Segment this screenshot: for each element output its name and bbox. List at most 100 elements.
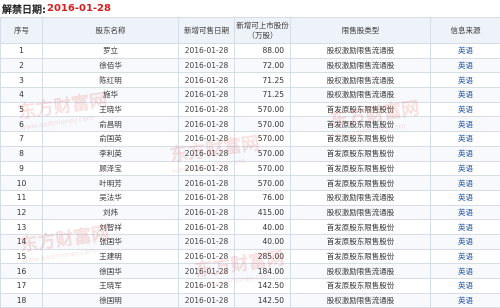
share-type: 股权激励限售流通股 xyxy=(291,44,431,59)
holder-name: 李利英 xyxy=(43,146,179,161)
source-link[interactable]: 英语 xyxy=(431,176,500,191)
release-date-value: 2016-01-28 xyxy=(47,3,111,14)
table-row: 5王晓华2016-01-28570.00首发原股东限售股份英语 xyxy=(1,102,500,117)
table-row: 2徐佰华2016-01-2872.00股权激励限售流通股英语 xyxy=(1,58,500,73)
table-body: 1罗立2016-01-2888.00股权激励限售流通股英语2徐佰华2016-01… xyxy=(1,44,500,308)
source-link[interactable]: 英语 xyxy=(431,161,500,176)
row-index: 2 xyxy=(1,58,43,73)
row-index: 4 xyxy=(1,88,43,103)
row-index: 12 xyxy=(1,205,43,220)
share-type: 首发原股东限售股份 xyxy=(291,234,431,249)
share-amount: 285.00 xyxy=(235,249,291,264)
share-amount: 88.00 xyxy=(235,44,291,59)
holder-name: 徐国明 xyxy=(43,293,179,308)
share-amount: 570.00 xyxy=(235,146,291,161)
table-row: 4施华2016-01-2871.25股权激励限售流通股英语 xyxy=(1,88,500,103)
row-index: 3 xyxy=(1,73,43,88)
share-amount: 71.25 xyxy=(235,88,291,103)
source-link[interactable]: 英语 xyxy=(431,132,500,147)
table-row: 6俞昌明2016-01-28570.00首发原股东限售股份英语 xyxy=(1,117,500,132)
row-index: 1 xyxy=(1,44,43,59)
table-row: 10叶明芳2016-01-28570.00首发原股东限售股份英语 xyxy=(1,176,500,191)
source-link[interactable]: 英语 xyxy=(431,205,500,220)
tradable-date: 2016-01-28 xyxy=(179,117,235,132)
tradable-date: 2016-01-28 xyxy=(179,234,235,249)
column-header-share-type: 限售股类型 xyxy=(291,18,431,44)
holder-name: 王晓军 xyxy=(43,279,179,294)
table-row: 3陈红明2016-01-2871.25股权激励限售流通股英语 xyxy=(1,73,500,88)
share-type: 股权激励限售流通股 xyxy=(291,264,431,279)
source-link[interactable]: 英语 xyxy=(431,220,500,235)
share-type: 股权激励限售流通股 xyxy=(291,73,431,88)
lockup-release-table: 序号 股东名称 新增可售日期 新增可上市股份（万股） 限售股类型 信息来源 1罗… xyxy=(0,17,500,308)
share-type: 首发原股东限售股份 xyxy=(291,102,431,117)
holder-name: 叶明芳 xyxy=(43,176,179,191)
table-row: 16徐国华2016-01-28184.00股权激励限售流通股英语 xyxy=(1,264,500,279)
holder-name: 徐佰华 xyxy=(43,58,179,73)
table-row: 1罗立2016-01-2888.00股权激励限售流通股英语 xyxy=(1,44,500,59)
source-link[interactable]: 英语 xyxy=(431,88,500,103)
share-type: 股权激励限售流通股 xyxy=(291,58,431,73)
table-row: 11吴法华2016-01-2876.00股权激励限售流通股英语 xyxy=(1,190,500,205)
share-type: 股权激励限售流通股 xyxy=(291,293,431,308)
holder-name: 陈红明 xyxy=(43,73,179,88)
share-amount: 570.00 xyxy=(235,102,291,117)
table-row: 8李利英2016-01-28570.00首发原股东限售股份英语 xyxy=(1,146,500,161)
holder-name: 吴法华 xyxy=(43,190,179,205)
tradable-date: 2016-01-28 xyxy=(179,190,235,205)
tradable-date: 2016-01-28 xyxy=(179,205,235,220)
source-link[interactable]: 英语 xyxy=(431,279,500,294)
share-type: 首发原股东限售股份 xyxy=(291,132,431,147)
table-row: 12刘炜2016-01-28415.00股权激励限售流通股英语 xyxy=(1,205,500,220)
tradable-date: 2016-01-28 xyxy=(179,293,235,308)
tradable-date: 2016-01-28 xyxy=(179,73,235,88)
column-header-tradable-date: 新增可售日期 xyxy=(179,18,235,44)
holder-name: 施华 xyxy=(43,88,179,103)
tradable-date: 2016-01-28 xyxy=(179,264,235,279)
source-link[interactable]: 英语 xyxy=(431,146,500,161)
row-index: 6 xyxy=(1,117,43,132)
column-header-holder-name: 股东名称 xyxy=(43,18,179,44)
tradable-date: 2016-01-28 xyxy=(179,176,235,191)
tradable-date: 2016-01-28 xyxy=(179,161,235,176)
holder-name: 顾泽宝 xyxy=(43,161,179,176)
share-amount: 40.00 xyxy=(235,220,291,235)
source-link[interactable]: 英语 xyxy=(431,293,500,308)
share-amount: 40.00 xyxy=(235,234,291,249)
tradable-date: 2016-01-28 xyxy=(179,102,235,117)
source-link[interactable]: 英语 xyxy=(431,234,500,249)
share-amount: 415.00 xyxy=(235,205,291,220)
table-row: 17王晓军2016-01-28142.50首发原股东限售股份英语 xyxy=(1,279,500,294)
release-date-label: 解禁日期: xyxy=(2,1,46,16)
holder-name: 刘智祥 xyxy=(43,220,179,235)
source-link[interactable]: 英语 xyxy=(431,117,500,132)
source-link[interactable]: 英语 xyxy=(431,102,500,117)
table-row: 14张国华2016-01-2840.00首发原股东限售股份英语 xyxy=(1,234,500,249)
table-row: 18徐国明2016-01-28142.50股权激励限售流通股英语 xyxy=(1,293,500,308)
source-link[interactable]: 英语 xyxy=(431,264,500,279)
holder-name: 罗立 xyxy=(43,44,179,59)
row-index: 11 xyxy=(1,190,43,205)
source-link[interactable]: 英语 xyxy=(431,58,500,73)
tradable-date: 2016-01-28 xyxy=(179,220,235,235)
tradable-date: 2016-01-28 xyxy=(179,58,235,73)
row-index: 7 xyxy=(1,132,43,147)
tradable-date: 2016-01-28 xyxy=(179,249,235,264)
source-link[interactable]: 英语 xyxy=(431,73,500,88)
source-link[interactable]: 英语 xyxy=(431,190,500,205)
share-type: 股权激励限售流通股 xyxy=(291,205,431,220)
source-link[interactable]: 英语 xyxy=(431,249,500,264)
share-type: 首发原股东限售股份 xyxy=(291,249,431,264)
table-header-row: 序号 股东名称 新增可售日期 新增可上市股份（万股） 限售股类型 信息来源 xyxy=(1,18,500,44)
source-link[interactable]: 英语 xyxy=(431,44,500,59)
row-index: 9 xyxy=(1,161,43,176)
table-row: 15王建明2016-01-28285.00首发原股东限售股份英语 xyxy=(1,249,500,264)
holder-name: 徐国华 xyxy=(43,264,179,279)
share-amount: 570.00 xyxy=(235,161,291,176)
share-amount: 184.00 xyxy=(235,264,291,279)
holder-name: 俞国英 xyxy=(43,132,179,147)
holder-name: 王晓华 xyxy=(43,102,179,117)
holder-name: 俞昌明 xyxy=(43,117,179,132)
share-amount: 570.00 xyxy=(235,117,291,132)
row-index: 14 xyxy=(1,234,43,249)
